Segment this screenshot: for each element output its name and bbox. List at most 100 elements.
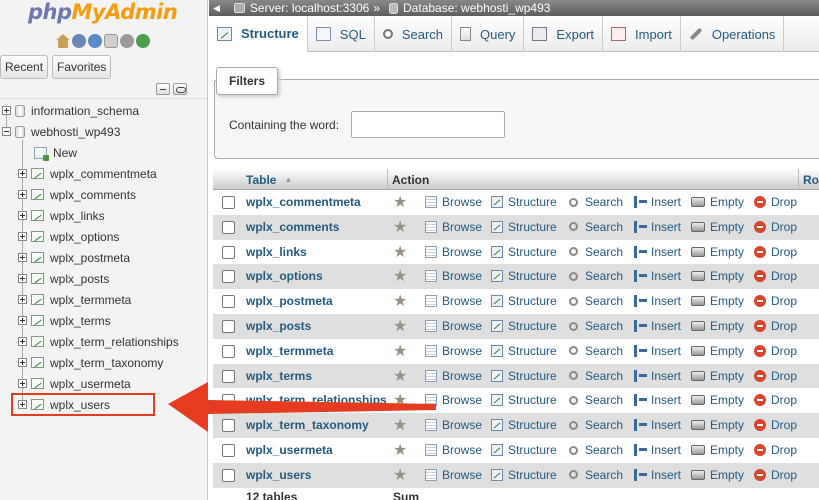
collapse-all-icon[interactable] (156, 83, 170, 95)
action-search[interactable]: Search (569, 319, 623, 333)
favorite-star-icon[interactable]: ★ (393, 440, 407, 460)
action-structure[interactable]: Structure (491, 220, 557, 234)
row-checkbox[interactable] (222, 344, 235, 358)
row-checkbox[interactable] (222, 270, 235, 284)
expand-plus-icon[interactable] (18, 358, 27, 367)
expand-plus-icon[interactable] (18, 337, 27, 346)
collapse-arrow-icon[interactable]: ◀ (213, 3, 220, 14)
action-insert[interactable]: Insert (634, 468, 681, 482)
action-empty[interactable]: Empty (691, 443, 744, 457)
nav-table-item[interactable]: wplx_posts (18, 268, 109, 289)
tab-query[interactable]: Query (452, 16, 525, 52)
nav-table-name[interactable]: wplx_term_relationships (50, 335, 179, 349)
nav-table-name[interactable]: wplx_postmeta (50, 251, 130, 265)
action-structure[interactable]: Structure (491, 195, 557, 209)
favorite-star-icon[interactable]: ★ (393, 291, 407, 311)
table-name-link[interactable]: wplx_links (246, 245, 307, 259)
row-checkbox[interactable] (222, 220, 235, 234)
favorite-star-icon[interactable]: ★ (393, 341, 407, 361)
action-structure[interactable]: Structure (491, 269, 557, 283)
action-empty[interactable]: Empty (691, 344, 744, 358)
action-empty[interactable]: Empty (691, 393, 744, 407)
action-browse[interactable]: Browse (425, 319, 482, 333)
row-checkbox[interactable] (222, 196, 235, 209)
link-with-main-icon[interactable] (173, 83, 187, 95)
breadcrumb-server[interactable]: Server: localhost:3306 (250, 1, 369, 15)
action-browse[interactable]: Browse (425, 220, 482, 234)
nav-table-item[interactable]: wplx_links (18, 205, 105, 226)
action-structure[interactable]: Structure (491, 468, 557, 482)
tab-export[interactable]: Export (524, 16, 603, 52)
action-insert[interactable]: Insert (634, 245, 681, 259)
action-search[interactable]: Search (569, 468, 623, 482)
favorite-star-icon[interactable]: ★ (393, 266, 407, 286)
action-empty[interactable]: Empty (691, 220, 744, 234)
favorite-star-icon[interactable]: ★ (393, 316, 407, 336)
action-insert[interactable]: Insert (634, 393, 681, 407)
favorite-star-icon[interactable]: ★ (393, 465, 407, 485)
row-checkbox[interactable] (222, 295, 235, 309)
row-checkbox[interactable] (222, 320, 235, 333)
home-icon[interactable] (56, 34, 70, 48)
action-structure[interactable]: Structure (491, 443, 557, 457)
action-search[interactable]: Search (569, 269, 623, 283)
action-browse[interactable]: Browse (425, 269, 482, 283)
nav-table-name[interactable]: wplx_options (50, 230, 119, 244)
nav-table-name[interactable]: wplx_usermeta (50, 377, 131, 391)
table-name-link[interactable]: wplx_postmeta (246, 294, 333, 308)
action-insert[interactable]: Insert (634, 418, 681, 432)
favorite-star-icon[interactable]: ★ (393, 217, 407, 237)
favorites-tab[interactable]: Favorites (52, 55, 112, 79)
favorite-star-icon[interactable]: ★ (393, 242, 407, 262)
action-browse[interactable]: Browse (425, 344, 482, 358)
filter-input[interactable] (351, 111, 505, 138)
column-header-rows[interactable]: Ro (803, 169, 819, 190)
new-table-label[interactable]: New (53, 146, 77, 160)
tab-structure[interactable]: Structure (209, 16, 308, 52)
new-table-node[interactable]: New (30, 142, 77, 163)
action-browse[interactable]: Browse (425, 468, 482, 482)
action-insert[interactable]: Insert (634, 344, 681, 358)
table-name-link[interactable]: wplx_commentmeta (246, 195, 361, 209)
tab-import[interactable]: Import (603, 16, 681, 52)
favorite-star-icon[interactable]: ★ (393, 192, 407, 212)
action-empty[interactable]: Empty (691, 269, 744, 283)
table-name-link[interactable]: wplx_comments (246, 220, 339, 234)
action-drop[interactable]: Drop (754, 220, 797, 234)
nav-table-item[interactable]: wplx_term_taxonomy (18, 352, 163, 373)
row-checkbox[interactable] (222, 468, 235, 482)
action-drop[interactable]: Drop (754, 195, 797, 209)
action-drop[interactable]: Drop (754, 369, 797, 383)
db-node-information-schema[interactable]: information_schema (2, 100, 139, 121)
table-name-link[interactable]: wplx_posts (246, 319, 311, 333)
reload-icon[interactable] (136, 34, 150, 48)
action-empty[interactable]: Empty (691, 294, 744, 308)
db-node-webhosti-wp493[interactable]: webhosti_wp493 (2, 121, 120, 142)
nav-table-name[interactable]: wplx_comments (50, 188, 136, 202)
action-insert[interactable]: Insert (634, 319, 681, 333)
action-search[interactable]: Search (569, 443, 623, 457)
action-drop[interactable]: Drop (754, 269, 797, 283)
expand-plus-icon[interactable] (18, 274, 27, 283)
nav-table-item[interactable]: wplx_termmeta (18, 289, 131, 310)
db-name[interactable]: information_schema (31, 104, 139, 118)
row-checkbox[interactable] (222, 444, 235, 457)
action-browse[interactable]: Browse (425, 443, 482, 457)
action-structure[interactable]: Structure (491, 294, 557, 308)
action-drop[interactable]: Drop (754, 443, 797, 457)
action-empty[interactable]: Empty (691, 418, 744, 432)
action-drop[interactable]: Drop (754, 294, 797, 308)
action-drop[interactable]: Drop (754, 344, 797, 358)
action-insert[interactable]: Insert (634, 269, 681, 283)
action-insert[interactable]: Insert (634, 294, 681, 308)
action-structure[interactable]: Structure (491, 369, 557, 383)
nav-table-name[interactable]: wplx_term_taxonomy (50, 356, 163, 370)
settings-gear-icon[interactable] (120, 34, 134, 48)
tab-operations[interactable]: Operations (681, 16, 785, 52)
nav-table-name[interactable]: wplx_termmeta (50, 293, 131, 307)
action-empty[interactable]: Empty (691, 195, 744, 209)
action-structure[interactable]: Structure (491, 319, 557, 333)
nav-table-item[interactable]: wplx_options (18, 226, 119, 247)
action-empty[interactable]: Empty (691, 468, 744, 482)
action-drop[interactable]: Drop (754, 245, 797, 259)
